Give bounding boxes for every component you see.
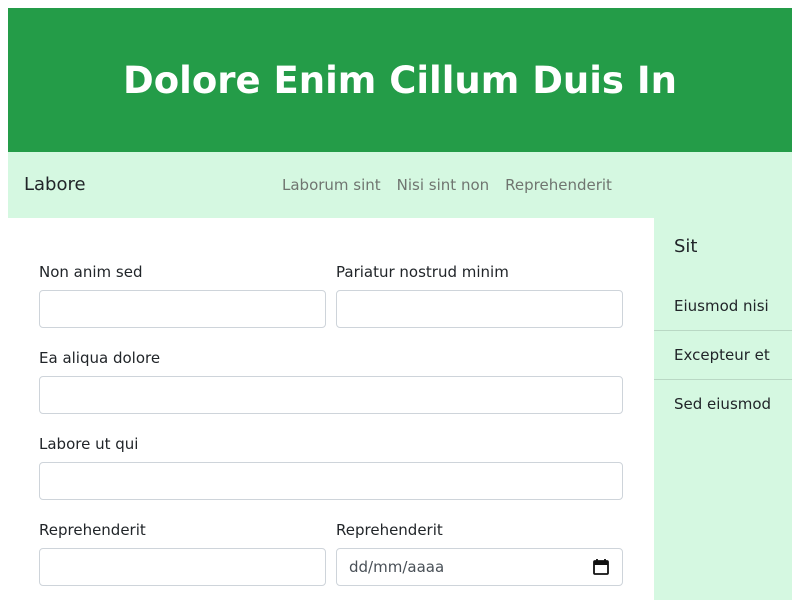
text-field-labore-ut-qui[interactable] — [39, 462, 623, 500]
sidebar: Sit Eiusmod nisi Excepteur et Sed eiusmo… — [654, 218, 792, 600]
form-area: Non anim sed Pariatur nostrud minim Ea a… — [8, 218, 654, 600]
field-label-pariatur-nostrud-minim: Pariatur nostrud minim — [336, 263, 509, 281]
nav-link-laborum-sint[interactable]: Laborum sint — [282, 176, 389, 194]
sidebar-list: Eiusmod nisi Excepteur et Sed eiusmod — [654, 282, 792, 429]
text-field-reprehenderit[interactable] — [39, 548, 326, 586]
text-field-non-anim-sed[interactable] — [39, 290, 326, 328]
nav-link-nisi-sint-non[interactable]: Nisi sint non — [389, 176, 497, 194]
nav-links: Laborum sint Nisi sint non Reprehenderit — [282, 152, 620, 218]
field-label-non-anim-sed: Non anim sed — [39, 263, 143, 281]
sidebar-item-sed-eiusmod[interactable]: Sed eiusmod — [654, 380, 792, 429]
date-placeholder: dd/mm/aaaa — [349, 558, 445, 576]
sidebar-title: Sit — [674, 236, 698, 257]
navbar-brand[interactable]: Labore — [24, 152, 86, 218]
page-title: Dolore Enim Cillum Duis In — [123, 58, 677, 102]
page-header: Dolore Enim Cillum Duis In — [8, 8, 792, 152]
date-field-reprehenderit[interactable]: dd/mm/aaaa — [336, 548, 623, 586]
text-field-ea-aliqua-dolore[interactable] — [39, 376, 623, 414]
page-frame: Dolore Enim Cillum Duis In Labore Laboru… — [8, 8, 792, 600]
field-label-ea-aliqua-dolore: Ea aliqua dolore — [39, 349, 161, 367]
navbar: Labore Laborum sint Nisi sint non Repreh… — [8, 152, 792, 218]
sidebar-item-eiusmod-nisi[interactable]: Eiusmod nisi — [654, 282, 792, 331]
field-label-reprehenderit: Reprehenderit — [39, 521, 146, 539]
field-label-reprehenderit-date: Reprehenderit — [336, 521, 443, 539]
field-label-labore-ut-qui: Labore ut qui — [39, 435, 139, 453]
sidebar-item-excepteur-et[interactable]: Excepteur et — [654, 331, 792, 380]
nav-link-reprehenderit[interactable]: Reprehenderit — [497, 176, 620, 194]
calendar-icon[interactable] — [592, 558, 610, 576]
text-field-pariatur-nostrud-minim[interactable] — [336, 290, 623, 328]
